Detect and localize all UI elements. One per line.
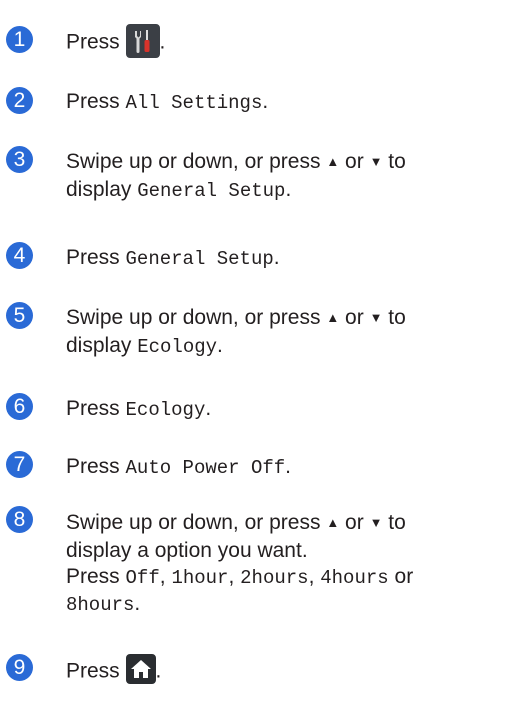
- step-text: Press .: [66, 24, 526, 60]
- menu-item-auto-power-off: Auto Power Off: [125, 457, 286, 479]
- step-text: Press .: [66, 654, 526, 687]
- step-text: Press Auto Power Off.: [66, 455, 292, 479]
- menu-item-general-setup: General Setup: [137, 180, 286, 202]
- option-2hours: 2hours: [240, 567, 309, 589]
- step-number-badge: 8: [6, 506, 33, 533]
- menu-item-all-settings: All Settings: [125, 92, 263, 114]
- step-number-badge: 4: [6, 242, 33, 269]
- step-number-badge: 7: [6, 451, 33, 478]
- step-number-badge: 3: [6, 146, 33, 173]
- option-1hour: 1hour: [171, 567, 229, 589]
- option-4hours: 4hours: [320, 567, 389, 589]
- step-text: Press All Settings.: [66, 90, 269, 114]
- step-number-badge: 1: [6, 26, 33, 53]
- step-number-badge: 9: [6, 654, 33, 681]
- settings-tools-icon: [125, 24, 160, 58]
- option-off: Off: [125, 567, 160, 589]
- step-number-badge: 2: [6, 87, 33, 114]
- step-number-badge: 5: [6, 302, 33, 329]
- menu-item-ecology: Ecology: [125, 399, 206, 421]
- menu-item-general-setup: General Setup: [125, 248, 274, 270]
- step-text: Press Ecology.: [66, 397, 212, 421]
- step-text: Swipe up or down, or press ▲ or ▼ to dis…: [66, 150, 406, 202]
- home-icon: [125, 654, 156, 684]
- menu-item-ecology: Ecology: [137, 336, 218, 358]
- step-text: Swipe up or down, or press ▲ or ▼ to dis…: [66, 306, 406, 358]
- step-text: Swipe up or down, or press ▲ or ▼ to dis…: [66, 511, 414, 616]
- step-number-badge: 6: [6, 393, 33, 420]
- option-8hours: 8hours: [66, 594, 135, 616]
- step-text: Press General Setup.: [66, 246, 280, 270]
